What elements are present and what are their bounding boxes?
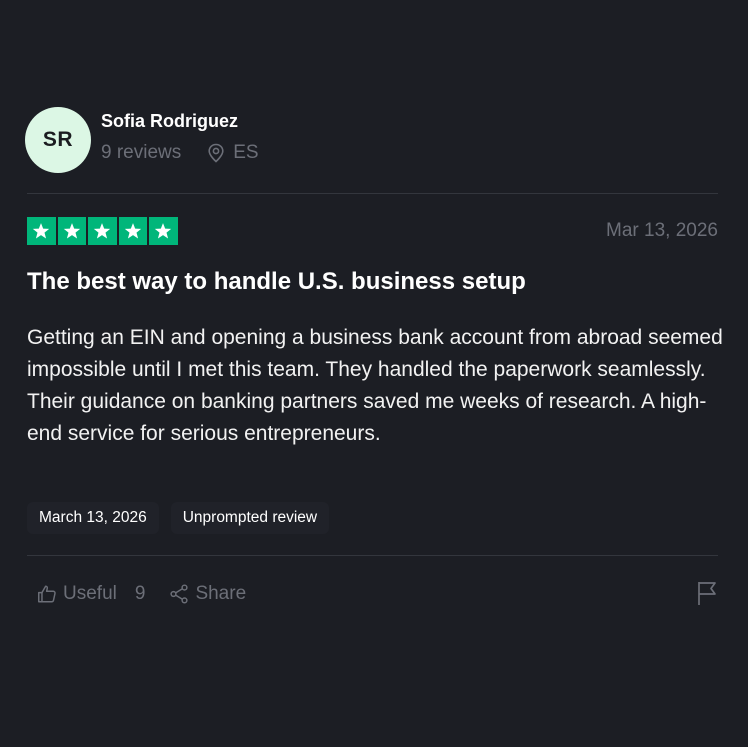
thumbs-up-icon bbox=[36, 583, 58, 605]
star-icon bbox=[27, 217, 56, 245]
review-date: Mar 13, 2026 bbox=[606, 220, 718, 241]
useful-button[interactable]: Useful 9 bbox=[36, 583, 145, 605]
experience-date-chip: March 13, 2026 bbox=[27, 502, 159, 534]
share-label: Share bbox=[195, 583, 247, 604]
map-pin-icon bbox=[207, 143, 225, 163]
flag-icon bbox=[696, 582, 718, 611]
review-chips: March 13, 2026 Unprompted review bbox=[27, 502, 330, 534]
star-icon bbox=[57, 217, 86, 245]
star-icon bbox=[118, 217, 147, 245]
star-icon bbox=[149, 217, 178, 245]
useful-label: Useful bbox=[63, 583, 117, 604]
review-header: SR Sofia Rodriguez 9 reviews ES bbox=[25, 107, 718, 173]
share-icon bbox=[168, 583, 190, 605]
header-divider bbox=[27, 193, 718, 194]
review-title[interactable]: The best way to handle U.S. business set… bbox=[27, 268, 526, 296]
useful-count: 9 bbox=[134, 583, 146, 604]
review-body: Getting an EIN and opening a business ba… bbox=[27, 326, 723, 445]
author-meta: 9 reviews ES bbox=[101, 142, 259, 164]
author-name[interactable]: Sofia Rodriguez bbox=[101, 111, 238, 132]
report-button[interactable] bbox=[696, 580, 718, 612]
reviews-count: 9 reviews bbox=[101, 142, 182, 163]
review-card: SR Sofia Rodriguez 9 reviews ES Mar 13, … bbox=[25, 0, 723, 747]
author-country: ES bbox=[233, 142, 259, 163]
review-type-chip[interactable]: Unprompted review bbox=[170, 502, 330, 534]
actions-divider bbox=[27, 555, 718, 556]
star-icon bbox=[88, 217, 117, 245]
avatar[interactable]: SR bbox=[25, 107, 91, 173]
share-button[interactable]: Share bbox=[168, 583, 246, 605]
review-actions: Useful 9 Share bbox=[36, 580, 718, 608]
star-rating bbox=[27, 217, 178, 245]
